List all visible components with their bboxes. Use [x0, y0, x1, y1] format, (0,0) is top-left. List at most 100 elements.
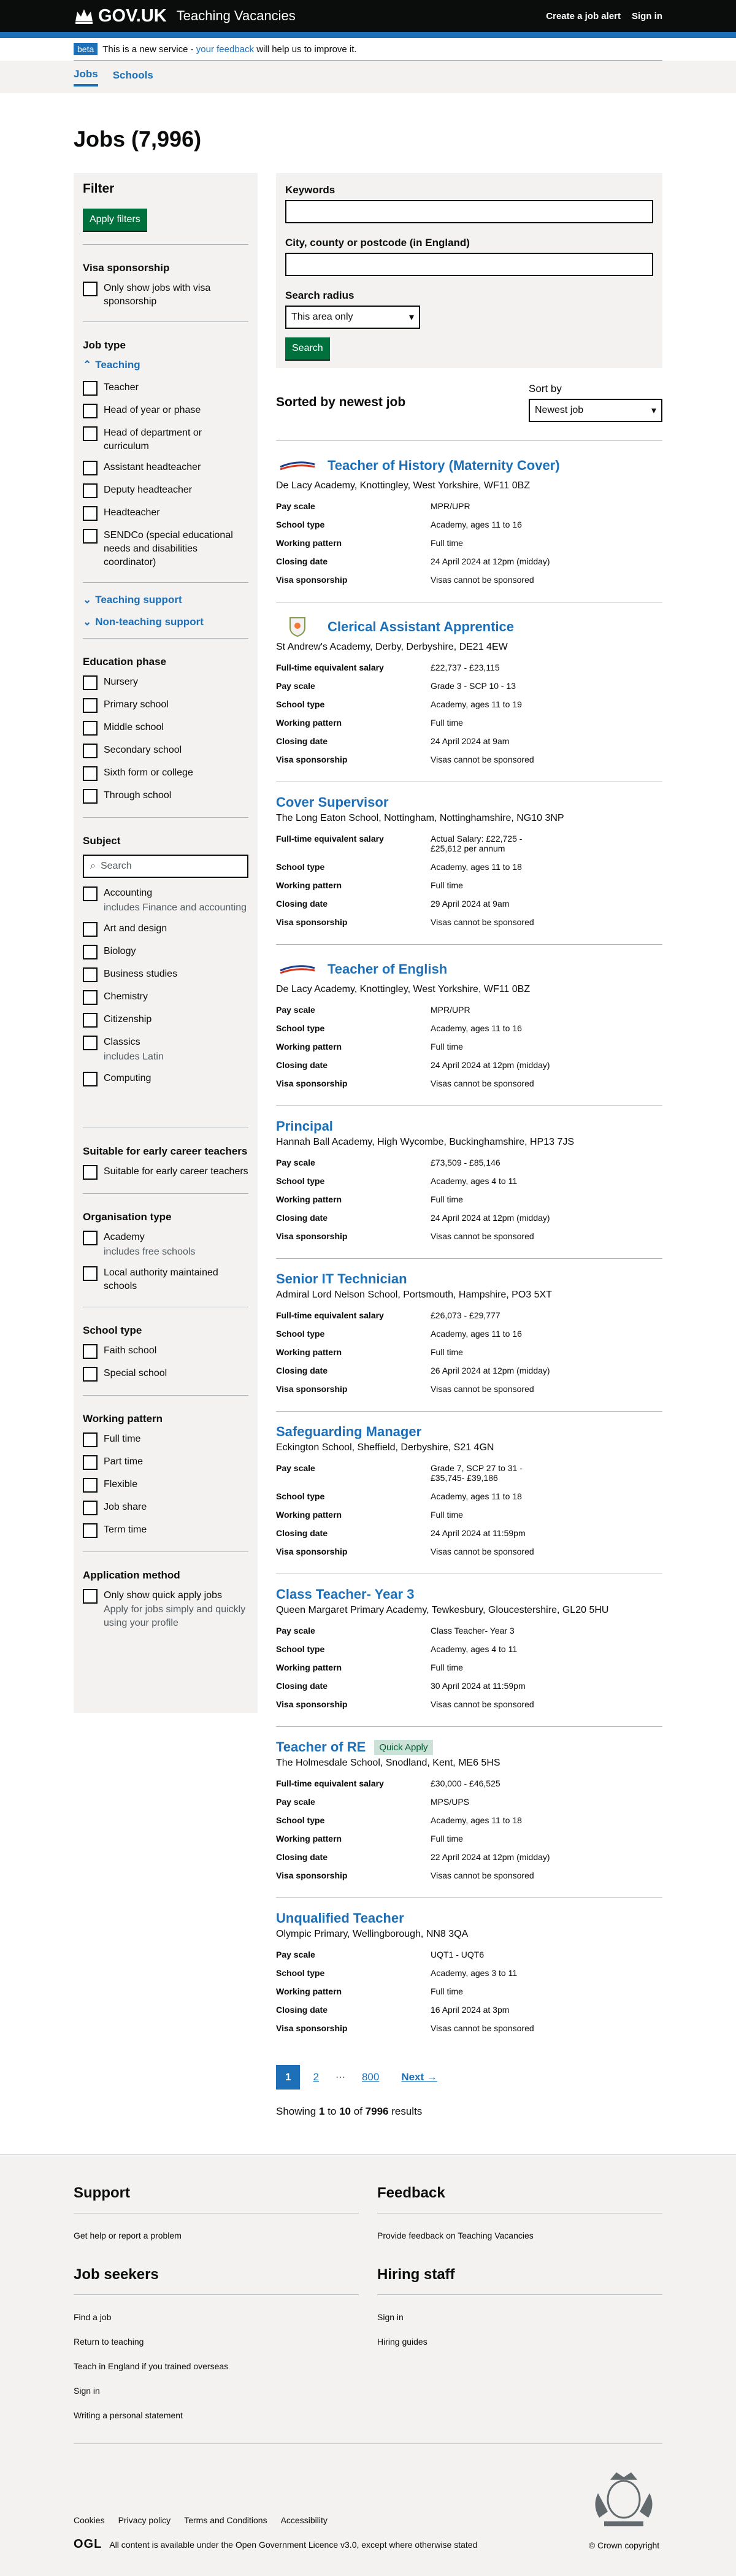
- feedback-link[interactable]: your feedback: [196, 44, 254, 55]
- footer-link[interactable]: Find a job: [74, 2312, 359, 2322]
- privacy-link[interactable]: Privacy policy: [118, 2515, 171, 2525]
- checkbox-box[interactable]: [83, 506, 98, 521]
- job-title-link[interactable]: Clerical Assistant Apprentice: [328, 619, 514, 635]
- footer-link[interactable]: Sign in: [74, 2386, 359, 2396]
- page-1[interactable]: 1: [276, 2065, 301, 2090]
- header-sign-in-link[interactable]: Sign in: [632, 11, 662, 21]
- job-title-link[interactable]: Class Teacher- Year 3: [276, 1586, 414, 1602]
- help-link[interactable]: Get help or report a problem: [74, 2231, 359, 2240]
- job-title-link[interactable]: Senior IT Technician: [276, 1271, 407, 1287]
- checkbox-box[interactable]: [83, 922, 98, 937]
- checkbox-box[interactable]: [83, 1432, 98, 1447]
- checkbox-box[interactable]: [83, 404, 98, 419]
- licence-link[interactable]: Open Government Licence v3.0: [236, 2540, 357, 2550]
- non-teaching-support-toggle[interactable]: ⌄ Non-teaching support: [83, 616, 248, 628]
- search-button[interactable]: Search: [285, 337, 330, 359]
- cookies-link[interactable]: Cookies: [74, 2515, 105, 2525]
- footer-link[interactable]: Writing a personal statement: [74, 2410, 359, 2420]
- checkbox-box[interactable]: [83, 1071, 98, 1086]
- checkbox-box[interactable]: [83, 1366, 98, 1382]
- job-type-checkbox[interactable]: Teacher: [83, 381, 248, 396]
- checkbox-box[interactable]: [83, 721, 98, 736]
- job-title-link[interactable]: Teacher of RE: [276, 1739, 366, 1755]
- teaching-toggle[interactable]: ⌃ Teaching: [83, 359, 248, 371]
- checkbox-box[interactable]: [83, 1477, 98, 1493]
- subject-checkbox[interactable]: Classics includes Latin: [83, 1036, 248, 1063]
- checkbox-box[interactable]: [83, 744, 98, 759]
- footer-link[interactable]: Sign in: [377, 2312, 662, 2322]
- teaching-support-toggle[interactable]: ⌄ Teaching support: [83, 594, 248, 606]
- accessibility-link[interactable]: Accessibility: [281, 2515, 328, 2525]
- checkbox-box[interactable]: [83, 483, 98, 499]
- checkbox-box[interactable]: [83, 1588, 98, 1604]
- checkbox-box[interactable]: [83, 945, 98, 960]
- checkbox-box[interactable]: [83, 1500, 98, 1515]
- phase-checkbox[interactable]: Middle school: [83, 721, 248, 736]
- job-title-link[interactable]: Safeguarding Manager: [276, 1424, 421, 1440]
- location-input[interactable]: [285, 253, 653, 276]
- checkbox-box[interactable]: [83, 461, 98, 476]
- subject-checkbox[interactable]: Business studies: [83, 967, 248, 983]
- page-800[interactable]: 800: [353, 2065, 388, 2090]
- school-type-checkbox[interactable]: Faith school: [83, 1344, 248, 1359]
- job-type-checkbox[interactable]: Headteacher: [83, 506, 248, 521]
- subject-checkbox[interactable]: Citizenship: [83, 1013, 248, 1028]
- create-job-alert-link[interactable]: Create a job alert: [546, 11, 621, 21]
- job-title-link[interactable]: Principal: [276, 1118, 333, 1134]
- working-pattern-checkbox[interactable]: Full time: [83, 1432, 248, 1447]
- footer-link[interactable]: Hiring guides: [377, 2337, 662, 2347]
- terms-link[interactable]: Terms and Conditions: [184, 2515, 267, 2525]
- checkbox-box[interactable]: [83, 1455, 98, 1470]
- working-pattern-checkbox[interactable]: Part time: [83, 1455, 248, 1470]
- sort-select[interactable]: Newest job ▾: [529, 399, 662, 422]
- checkbox-box[interactable]: [83, 381, 98, 396]
- govuk-logo[interactable]: GOV.UK: [74, 6, 167, 26]
- working-pattern-checkbox[interactable]: Flexible: [83, 1477, 248, 1493]
- checkbox-box[interactable]: [83, 282, 98, 296]
- checkbox-box[interactable]: [83, 967, 98, 983]
- quick-apply-checkbox[interactable]: Only show quick apply jobs Apply for jobs…: [83, 1588, 248, 1630]
- checkbox-box[interactable]: [83, 1036, 98, 1051]
- checkbox-box[interactable]: [83, 990, 98, 1005]
- org-checkbox[interactable]: Local authority maintained schools: [83, 1266, 248, 1293]
- subject-checkbox[interactable]: Biology: [83, 945, 248, 960]
- subject-checkbox[interactable]: Computing: [83, 1071, 248, 1086]
- phase-checkbox[interactable]: Nursery: [83, 675, 248, 691]
- visa-checkbox[interactable]: Only show jobs with visa sponsorship: [83, 282, 248, 308]
- subject-checkbox[interactable]: Chemistry: [83, 990, 248, 1005]
- page-2[interactable]: 2: [304, 2065, 328, 2090]
- checkbox-box[interactable]: [83, 789, 98, 804]
- checkbox-box[interactable]: [83, 766, 98, 782]
- checkbox-box[interactable]: [83, 529, 98, 544]
- job-type-checkbox[interactable]: Deputy headteacher: [83, 483, 248, 499]
- checkbox-box[interactable]: [83, 675, 98, 691]
- checkbox-box[interactable]: [83, 1344, 98, 1359]
- job-type-checkbox[interactable]: Head of department or curriculum: [83, 426, 248, 453]
- checkbox-box[interactable]: [83, 1266, 98, 1282]
- working-pattern-checkbox[interactable]: Job share: [83, 1500, 248, 1515]
- crown-copyright-link[interactable]: © Crown copyright: [589, 2540, 659, 2550]
- subnav-jobs[interactable]: Jobs: [74, 68, 98, 87]
- job-type-checkbox[interactable]: Assistant headteacher: [83, 461, 248, 476]
- radius-select[interactable]: This area only ▾: [285, 306, 420, 329]
- school-type-checkbox[interactable]: Special school: [83, 1366, 248, 1382]
- footer-link[interactable]: Return to teaching: [74, 2337, 359, 2347]
- job-title-link[interactable]: Cover Supervisor: [276, 794, 388, 810]
- checkbox-box[interactable]: [83, 698, 98, 713]
- job-title-link[interactable]: Unqualified Teacher: [276, 1910, 404, 1926]
- subject-checkbox[interactable]: Art and design: [83, 922, 248, 937]
- ect-checkbox[interactable]: Suitable for early career teachers: [83, 1165, 248, 1180]
- job-title-link[interactable]: Teacher of English: [328, 961, 447, 977]
- subject-search-input[interactable]: ⌕ Search: [83, 855, 248, 879]
- subject-list[interactable]: Accounting includes Finance and accountin…: [83, 886, 248, 1123]
- checkbox-box[interactable]: [83, 1165, 98, 1180]
- job-title-link[interactable]: Teacher of History (Maternity Cover): [328, 458, 560, 474]
- subnav-schools[interactable]: Schools: [113, 69, 153, 85]
- checkbox-box[interactable]: [83, 1013, 98, 1028]
- checkbox-box[interactable]: [83, 426, 98, 442]
- job-type-checkbox[interactable]: Head of year or phase: [83, 404, 248, 419]
- phase-checkbox[interactable]: Through school: [83, 789, 248, 804]
- working-pattern-checkbox[interactable]: Term time: [83, 1523, 248, 1538]
- footer-link[interactable]: Teach in England if you trained overseas: [74, 2361, 359, 2371]
- next-page-link[interactable]: Next →: [392, 2065, 447, 2090]
